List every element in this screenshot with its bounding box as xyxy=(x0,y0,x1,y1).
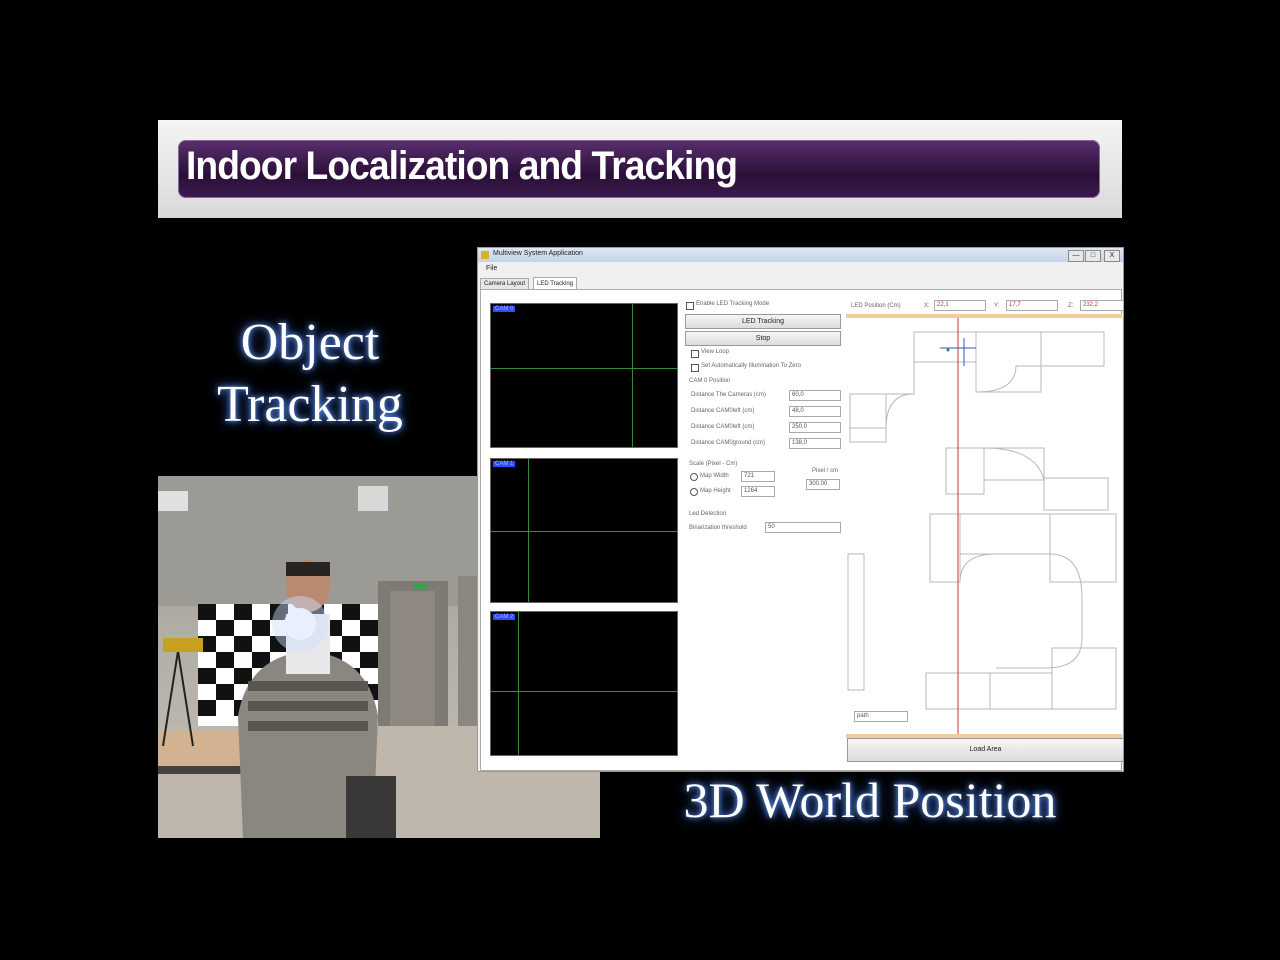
cam0-label: CAM 0 xyxy=(493,306,516,312)
scale-group: Scale (Pixel - Cm) xyxy=(689,461,738,467)
map-width-radio[interactable] xyxy=(690,473,698,481)
floor-map[interactable] xyxy=(846,314,1122,738)
view-loop-checkbox[interactable] xyxy=(691,350,699,358)
distance-field-2[interactable]: 48,0 xyxy=(789,406,841,417)
binarization-field[interactable]: 50 xyxy=(765,522,841,533)
header-banner: Indoor Localization and Tracking xyxy=(158,120,1122,218)
crosshair-v xyxy=(518,612,519,755)
cam1-label: CAM 1 xyxy=(493,461,516,467)
distance-label-2: Distance CAM0left (cm) xyxy=(691,408,755,414)
window-title: Multiview System Application xyxy=(493,250,583,257)
map-height-radio[interactable] xyxy=(690,488,698,496)
cam2-label: CAM 2 xyxy=(493,614,516,620)
distance-field-1[interactable]: 60,0 xyxy=(789,390,841,401)
stop-button[interactable]: Stop xyxy=(685,331,841,346)
close-button[interactable]: X xyxy=(1104,250,1120,262)
x-label: X: xyxy=(924,303,930,309)
distance-field-4[interactable]: 138,0 xyxy=(789,438,841,449)
world-position-caption: 3D World Position xyxy=(683,772,1057,828)
distance-field-3[interactable]: 250,0 xyxy=(789,422,841,433)
pixel-cm-field[interactable]: 300,00 xyxy=(806,479,840,490)
binarization-label: Binarization threshold xyxy=(689,525,747,531)
distance-label-4: Distance CAM0ground (cm) xyxy=(691,440,766,446)
crosshair-h xyxy=(491,691,677,692)
object-tracking-caption: Object Tracking xyxy=(160,312,460,436)
pixel-cm-label: Pixel / cm xyxy=(812,468,839,474)
crosshair-h xyxy=(491,368,677,369)
x-position-field[interactable]: 22,1 xyxy=(934,300,986,311)
caption-line-1: Object xyxy=(240,314,380,371)
y-position-field[interactable]: 17,7 xyxy=(1006,300,1058,311)
banner-title-bar: Indoor Localization and Tracking xyxy=(178,140,1100,198)
cam1-view: CAM 1 xyxy=(490,458,678,603)
map-height-field[interactable]: 1264 xyxy=(741,486,775,497)
window-titlebar: Multiview System Application — □ X xyxy=(478,248,1123,262)
set-auto-checkbox[interactable] xyxy=(691,364,699,372)
led-position-label: LED Position (Cm) xyxy=(851,303,901,309)
map-width-label: Map Width xyxy=(700,473,729,479)
z-label: Z: xyxy=(1068,303,1074,309)
distance-label-1: Distance The Cameras (cm) xyxy=(691,392,766,398)
enable-led-label: Enable LED Tracking Mode xyxy=(696,301,770,307)
led-detection-group: Led Detection xyxy=(689,511,727,517)
banner-title: Indoor Localization and Tracking xyxy=(186,144,738,188)
crosshair-v xyxy=(632,304,633,447)
minimize-button[interactable]: — xyxy=(1068,250,1084,262)
led-tracking-button[interactable]: LED Tracking xyxy=(685,314,841,329)
set-auto-label: Set Automatically Illumination To Zero xyxy=(701,363,801,369)
floor-map-drawing xyxy=(847,318,1117,734)
menu-file[interactable]: File xyxy=(486,265,497,272)
caption-line-2: Tracking xyxy=(217,376,403,433)
load-area-button[interactable]: Load Area xyxy=(847,738,1124,762)
app-icon xyxy=(481,251,489,259)
path-field[interactable]: path xyxy=(854,711,908,722)
z-position-field[interactable]: 232,2 xyxy=(1080,300,1124,311)
map-height-label: Map Height xyxy=(700,488,731,494)
crosshair-h xyxy=(491,531,677,532)
app-window: Multiview System Application — □ X File … xyxy=(477,247,1124,772)
maximize-button[interactable]: □ xyxy=(1085,250,1101,262)
enable-led-checkbox[interactable] xyxy=(686,302,694,310)
distance-label-3: Distance CAM0left (cm) xyxy=(691,424,755,430)
cam0-view: CAM 0 xyxy=(490,303,678,448)
view-loop-label: View Loop xyxy=(701,349,729,355)
cam2-view: CAM 2 xyxy=(490,611,678,756)
cam0-position-group: CAM 0 Position xyxy=(689,378,731,384)
y-label: Y: xyxy=(994,303,1000,309)
map-width-field[interactable]: 721 xyxy=(741,471,775,482)
